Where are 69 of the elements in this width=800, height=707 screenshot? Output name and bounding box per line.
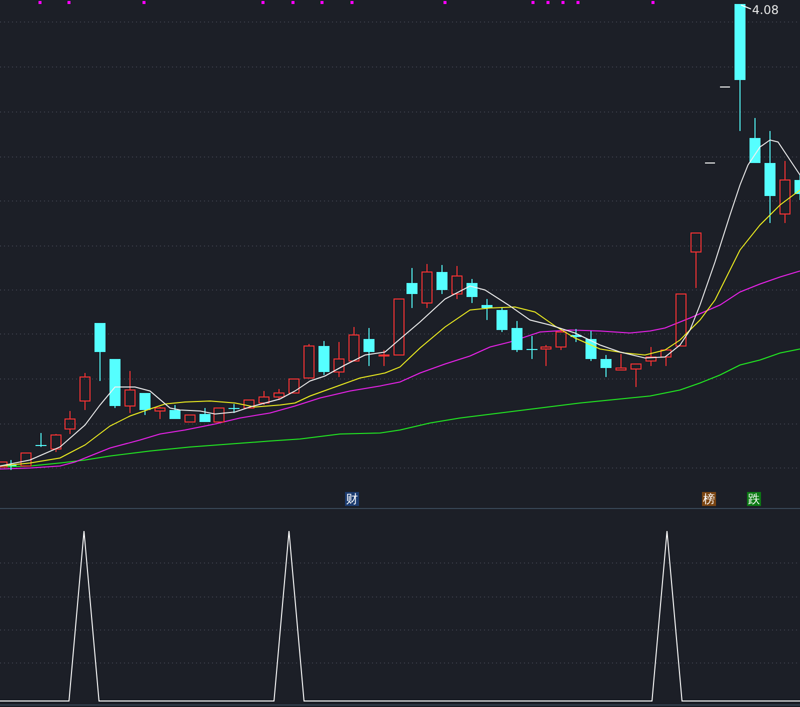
signal-marker bbox=[444, 1, 446, 4]
candlestick bbox=[406, 268, 418, 308]
signal-marker bbox=[576, 1, 580, 4]
candlestick bbox=[50, 434, 62, 452]
candlestick bbox=[20, 452, 32, 466]
candlestick bbox=[436, 264, 448, 294]
candlestick bbox=[364, 328, 374, 366]
candlestick bbox=[394, 298, 404, 356]
candlestick bbox=[140, 392, 150, 416]
candlestick bbox=[422, 264, 432, 308]
candlestick bbox=[540, 344, 552, 366]
candlestick bbox=[526, 336, 538, 360]
candlestick bbox=[676, 294, 686, 346]
event-badge: 财 bbox=[345, 492, 359, 506]
price-tick bbox=[720, 86, 730, 88]
candlestick bbox=[690, 232, 702, 288]
signal-marker bbox=[320, 1, 324, 4]
candlestick bbox=[214, 408, 224, 422]
candlestick bbox=[378, 350, 390, 366]
candlestick bbox=[452, 266, 462, 300]
candlestick bbox=[466, 278, 478, 304]
candlestick bbox=[244, 400, 254, 408]
candlestick bbox=[496, 308, 508, 332]
signal-marker bbox=[652, 1, 654, 4]
high-price-label: 4.08 bbox=[752, 3, 779, 17]
candlestick bbox=[556, 328, 566, 350]
candlestick bbox=[64, 410, 76, 434]
candlestick bbox=[616, 354, 626, 370]
candlestick bbox=[36, 432, 46, 448]
event-badge: 榜 bbox=[702, 492, 716, 506]
candlestick bbox=[570, 328, 582, 342]
candlestick bbox=[348, 326, 360, 362]
signal-marker bbox=[350, 1, 354, 4]
candlestick bbox=[94, 322, 106, 382]
signal-marker bbox=[562, 1, 564, 4]
candlestick bbox=[600, 354, 612, 378]
candlestick bbox=[288, 378, 300, 394]
event-badge: 跌 bbox=[747, 492, 761, 506]
candlestick bbox=[200, 408, 210, 422]
candlestick bbox=[482, 298, 492, 320]
candlestick bbox=[228, 404, 240, 414]
candlestick bbox=[170, 404, 180, 420]
candlestick bbox=[80, 372, 90, 410]
signal-marker bbox=[68, 1, 70, 4]
candlestick bbox=[184, 414, 196, 422]
candlestick bbox=[512, 320, 522, 352]
signal-marker bbox=[546, 1, 550, 4]
candlestick bbox=[154, 406, 166, 420]
candlestick bbox=[304, 344, 314, 378]
candlestick bbox=[794, 174, 800, 200]
candlestick bbox=[334, 342, 344, 378]
candlestick bbox=[780, 160, 790, 224]
signal-marker bbox=[142, 1, 146, 4]
candlestick bbox=[274, 388, 284, 400]
signal-marker bbox=[262, 1, 264, 4]
candlestick bbox=[750, 118, 760, 164]
price-tick bbox=[704, 162, 716, 164]
candlestick bbox=[258, 390, 270, 406]
candlestick bbox=[646, 346, 656, 366]
candlestick bbox=[318, 340, 330, 376]
candlestick bbox=[586, 330, 596, 362]
candlestick bbox=[630, 364, 642, 388]
candlestick bbox=[110, 358, 120, 408]
candlestick bbox=[124, 370, 136, 414]
signal-marker bbox=[532, 1, 534, 4]
signal-marker bbox=[38, 1, 42, 4]
candlestick bbox=[660, 348, 672, 366]
leader-line bbox=[740, 4, 752, 10]
signal-marker bbox=[292, 1, 294, 4]
